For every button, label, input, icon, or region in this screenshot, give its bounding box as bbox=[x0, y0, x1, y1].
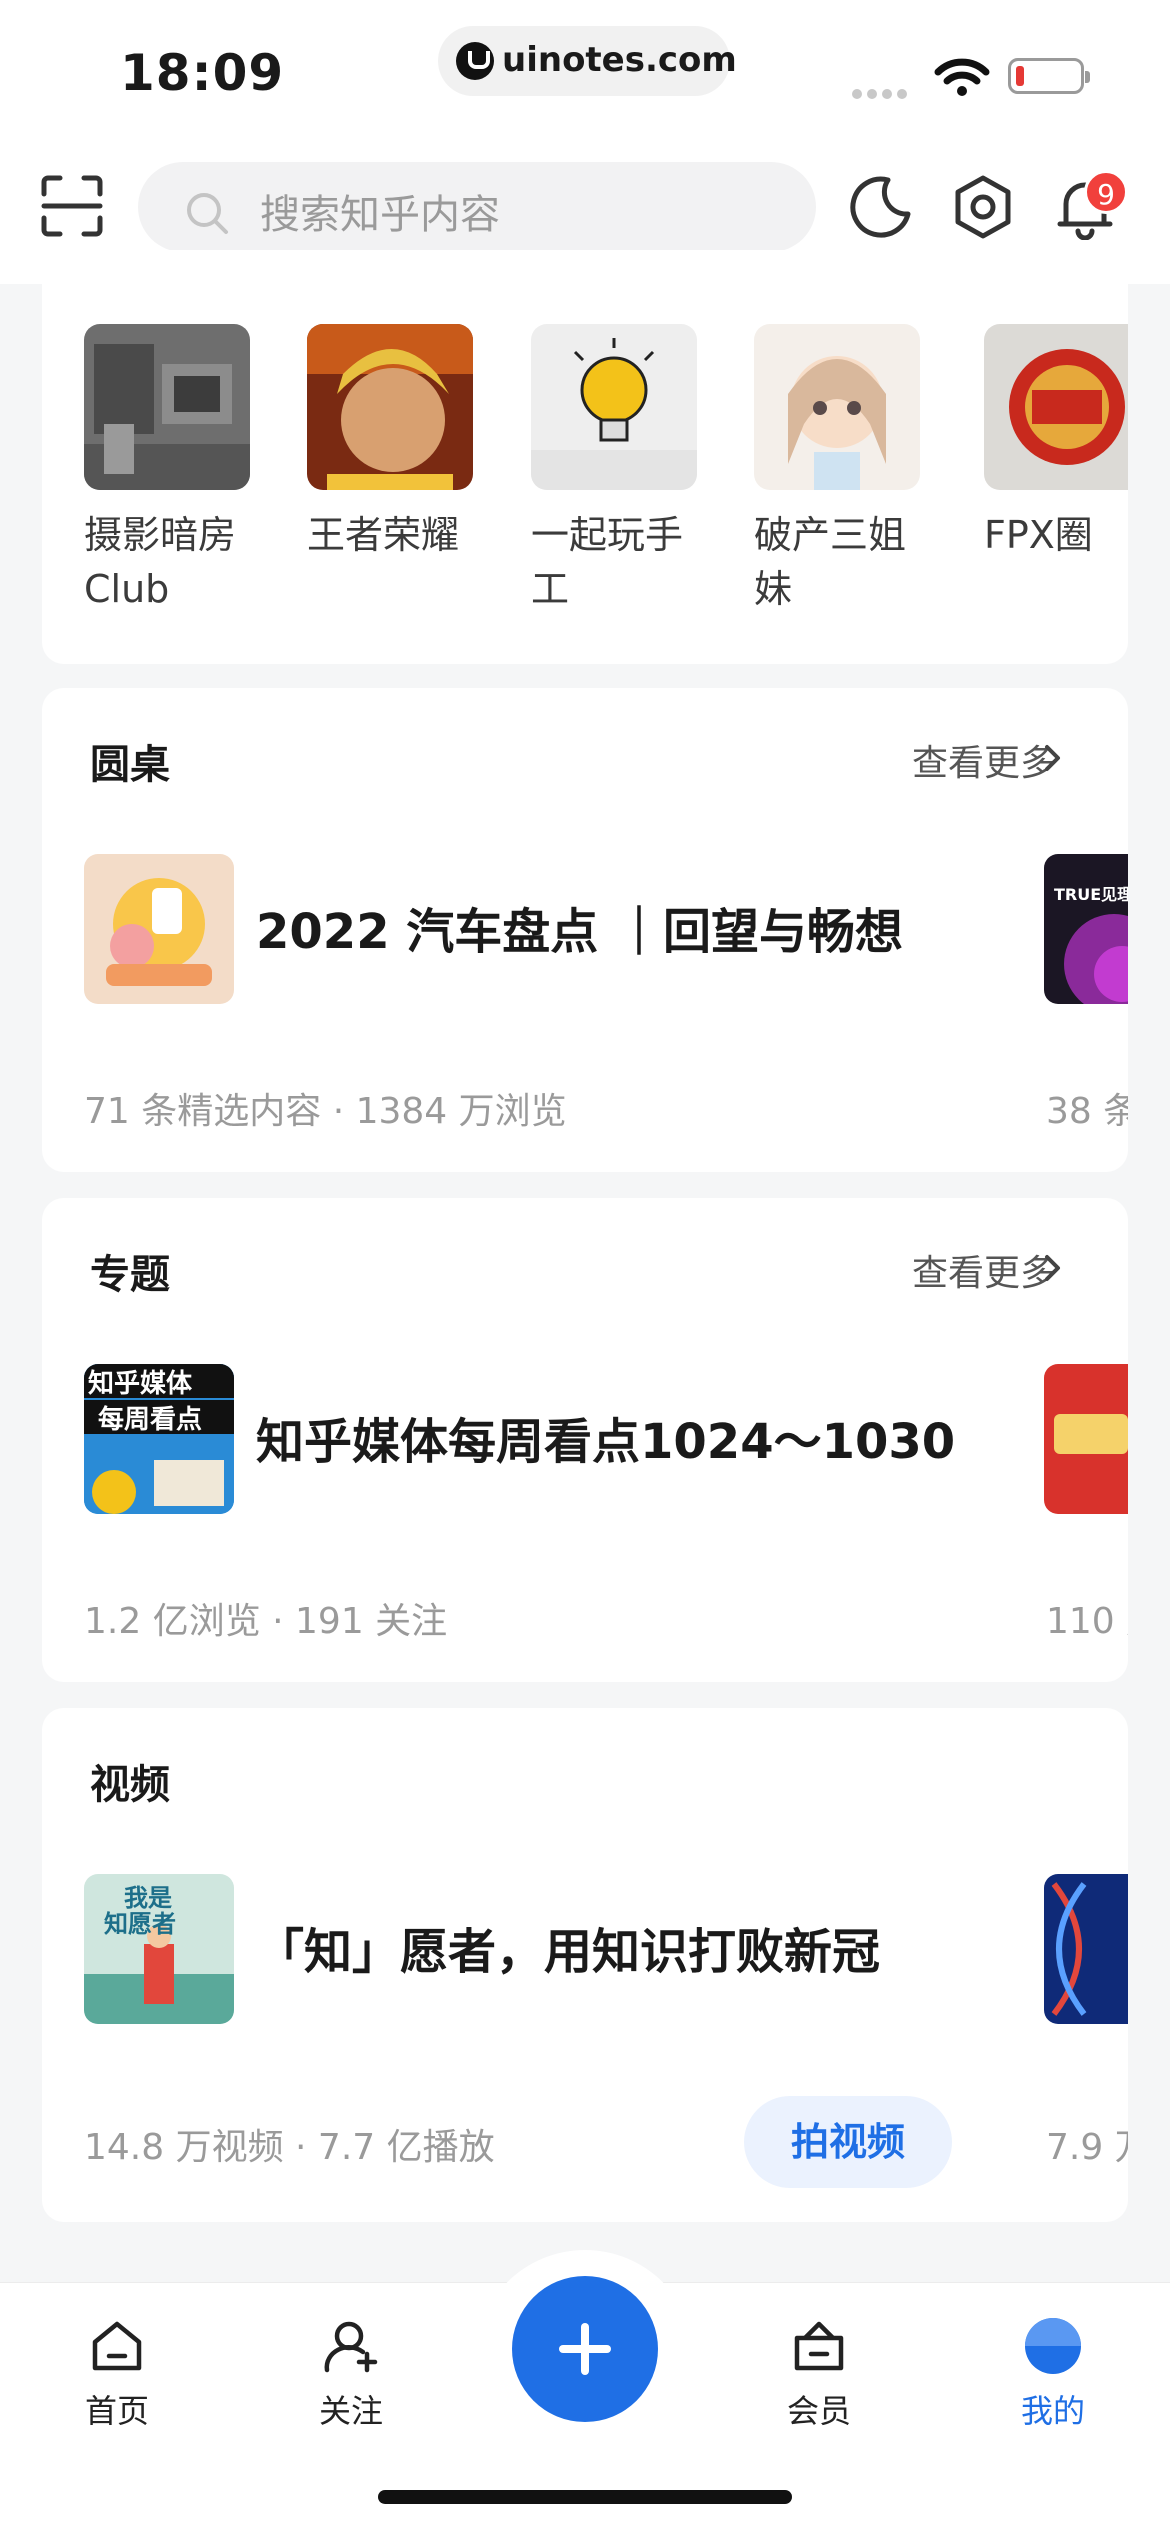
search-icon bbox=[187, 193, 228, 234]
topic-thumbnail[interactable]: 知乎媒体 每周看点 bbox=[84, 1364, 234, 1514]
see-more-link[interactable]: 查看更多 bbox=[912, 1244, 1056, 1296]
scan-icon[interactable] bbox=[40, 174, 104, 238]
site-logo-icon bbox=[456, 42, 494, 80]
battery-icon bbox=[1008, 58, 1090, 94]
topics-card: 专题 查看更多 知乎媒体 每周看点 知乎媒体每周看点1024～1030 1.2 … bbox=[42, 1198, 1128, 1682]
circle-item[interactable]: 摄影暗房Club bbox=[84, 324, 250, 616]
create-plus-button[interactable] bbox=[512, 2276, 658, 2422]
topic-title[interactable]: 知乎媒体每周看点1024～1030 bbox=[256, 1402, 955, 1472]
circle-label: 一起玩手工 bbox=[531, 513, 684, 611]
tab-me[interactable]: 我的 bbox=[978, 2316, 1128, 2432]
video-next-meta: 7.9 万 bbox=[1046, 2127, 1128, 2168]
video-card: 视频 我是 知愿者 「知」愿者，用知识打败新冠 14.8 万视频 · 7.7 亿… bbox=[42, 1708, 1128, 2222]
circle-label: 破产三姐妹 bbox=[754, 513, 907, 611]
section-title: 专题 bbox=[90, 1252, 170, 1298]
video-next-thumbnail[interactable] bbox=[1044, 1874, 1128, 2024]
wifi-icon bbox=[934, 58, 990, 96]
shoot-video-button[interactable]: 拍视频 bbox=[744, 2096, 952, 2188]
topic-next-thumbnail[interactable] bbox=[1044, 1364, 1128, 1514]
chevron-right-icon bbox=[1045, 1255, 1060, 1281]
dark-mode-icon[interactable] bbox=[848, 174, 914, 240]
tab-label: 首页 bbox=[84, 2392, 149, 2430]
vip-icon bbox=[794, 2321, 844, 2371]
video-thumb-line1: 我是 bbox=[124, 1884, 172, 1912]
home-indicator bbox=[378, 2490, 792, 2504]
video-thumb-line2: 知愿者 bbox=[104, 1910, 176, 1938]
roundtable-card: 圆桌 查看更多 2022 汽车盘点 ｜回望与畅想 71 条精选内容 · 1384… bbox=[42, 688, 1128, 1172]
circle-item[interactable]: 破产三姐妹 bbox=[754, 324, 920, 616]
circle-label: 王者荣耀 bbox=[307, 513, 460, 557]
roundtable-meta: 71 条精选内容 · 1384 万浏览 bbox=[84, 1091, 567, 1132]
roundtable-next-thumbnail[interactable]: TRUE见理想建筑 bbox=[1044, 854, 1128, 1004]
see-more-link[interactable]: 查看更多 bbox=[912, 734, 1056, 786]
status-time: 18:09 bbox=[120, 44, 285, 102]
tab-label: 关注 bbox=[318, 2392, 383, 2430]
avatar-icon bbox=[1025, 2318, 1081, 2374]
tab-home[interactable]: 首页 bbox=[42, 2316, 192, 2432]
circle-thumbnail bbox=[754, 324, 920, 490]
url-text: uinotes.com bbox=[502, 40, 737, 80]
circle-thumbnail bbox=[84, 324, 250, 490]
section-title: 视频 bbox=[90, 1762, 170, 1808]
section-title: 圆桌 bbox=[90, 742, 170, 788]
video-thumbnail[interactable]: 我是 知愿者 bbox=[84, 1874, 234, 2024]
roundtable-title[interactable]: 2022 汽车盘点 ｜回望与畅想 bbox=[256, 892, 903, 962]
circle-label: 摄影暗房Club bbox=[84, 513, 237, 611]
circle-item[interactable]: 一起玩手工 bbox=[531, 324, 697, 616]
roundtable-next-meta: 38 条 bbox=[1046, 1091, 1128, 1132]
roundtable-thumbnail[interactable] bbox=[84, 854, 234, 1004]
video-meta: 14.8 万视频 · 7.7 亿播放 bbox=[84, 2127, 495, 2168]
topic-thumb-line2: 每周看点 bbox=[98, 1404, 202, 1435]
signal-icon bbox=[852, 84, 912, 99]
circle-label: FPX圈 bbox=[984, 513, 1093, 557]
tab-vip[interactable]: 会员 bbox=[744, 2316, 894, 2432]
topic-next-meta: 110 万 bbox=[1046, 1601, 1128, 1642]
circle-item[interactable]: 王者荣耀 bbox=[307, 324, 473, 562]
tab-label: 我的 bbox=[1020, 2392, 1085, 2430]
topic-thumb-line1: 知乎媒体 bbox=[88, 1369, 193, 1399]
circle-thumbnail bbox=[307, 324, 473, 490]
chevron-right-icon bbox=[1045, 745, 1060, 771]
circle-thumbnail bbox=[531, 324, 697, 490]
home-icon bbox=[92, 2321, 142, 2371]
tab-follow[interactable]: 关注 bbox=[276, 2316, 426, 2432]
circle-thumbnail bbox=[984, 324, 1128, 490]
url-pill[interactable]: uinotes.com bbox=[438, 26, 737, 96]
peek-thumb-text: TRUE见理想建筑 bbox=[1054, 885, 1128, 904]
topic-meta: 1.2 亿浏览 · 191 关注 bbox=[84, 1601, 448, 1642]
status-bar: 18:09 uinotes.com bbox=[0, 0, 1170, 150]
video-title[interactable]: 「知」愿者，用知识打败新冠 bbox=[256, 1912, 880, 1982]
follow-icon bbox=[324, 2321, 378, 2373]
circle-item[interactable]: FPX圈 bbox=[984, 324, 1128, 562]
tab-label: 会员 bbox=[786, 2392, 851, 2430]
notification-badge: 9 bbox=[1084, 170, 1128, 214]
settings-icon[interactable] bbox=[950, 174, 1016, 240]
circles-card: 摄影暗房Club 王者荣耀 一起玩手工 破产三姐妹 FPX圈 bbox=[42, 250, 1128, 664]
search-placeholder: 搜索知乎内容 bbox=[260, 192, 500, 238]
search-input[interactable]: 搜索知乎内容 bbox=[138, 162, 816, 252]
